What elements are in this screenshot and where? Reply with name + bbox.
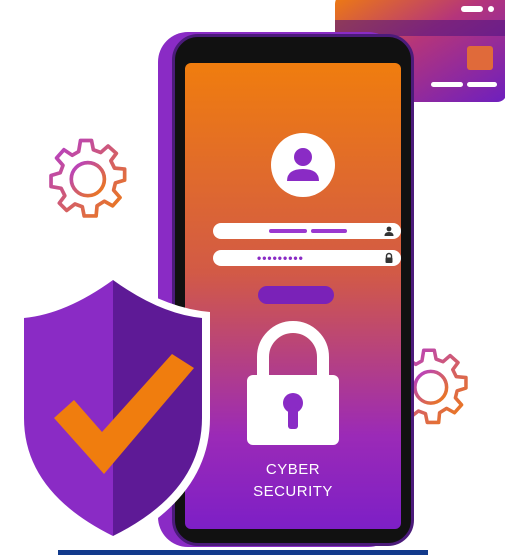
- password-field[interactable]: •••••••••: [213, 250, 401, 266]
- phone-screen: ••••••••• CYBER SECURITY: [185, 63, 401, 529]
- base-line: [58, 550, 428, 555]
- username-placeholder-dash: [311, 229, 347, 233]
- username-field[interactable]: [213, 223, 401, 239]
- padlock-field-icon: [385, 252, 393, 263]
- cyber-label: CYBER: [265, 461, 321, 478]
- security-label: SECURITY: [253, 483, 333, 500]
- gear-icon: [49, 138, 127, 218]
- password-mask: •••••••••: [257, 251, 304, 265]
- shield-check-icon: [16, 272, 210, 546]
- user-field-icon: [384, 226, 394, 236]
- user-avatar-icon: [271, 133, 335, 197]
- login-button[interactable]: [258, 286, 334, 304]
- padlock-icon: [247, 321, 339, 445]
- username-placeholder-dash: [269, 229, 307, 233]
